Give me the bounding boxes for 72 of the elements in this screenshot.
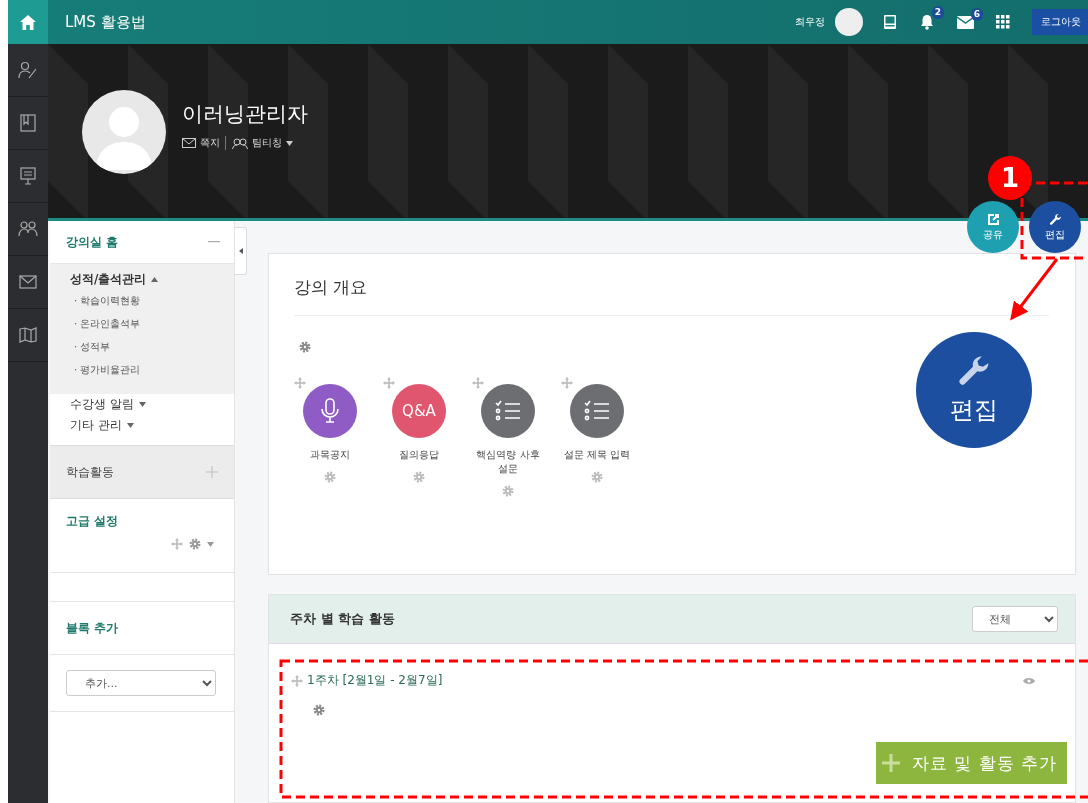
move-icon[interactable] [383,377,395,389]
profile-name: 이러닝관리자 [182,101,308,128]
section-title: 주차 별 학습 활동 [290,610,395,628]
home-icon [20,14,36,30]
gear-icon[interactable] [324,471,336,483]
home-button[interactable] [8,0,48,44]
site-title: LMS 활용법 [65,12,147,32]
menu-item[interactable]: 수강생 알림 [70,396,134,413]
gear-icon[interactable] [299,341,311,353]
menu-item[interactable]: 기타 관리 [70,417,122,434]
person-edit-icon[interactable] [18,61,38,79]
caret-left-icon [238,248,243,254]
envelope-icon[interactable] [957,15,974,29]
presentation-icon[interactable] [20,167,36,185]
move-icon[interactable] [561,377,573,389]
grid-icon[interactable] [996,15,1010,29]
filter-select[interactable]: 전체 [972,606,1058,632]
move-icon[interactable] [291,674,303,687]
caret-down-icon[interactable] [138,402,146,407]
caret-down-icon[interactable] [126,423,134,428]
activity-link[interactable]: 핵심역량 사후 설문 [472,448,544,476]
envelope-icon[interactable] [19,275,37,289]
share-icon [986,212,1000,226]
move-icon[interactable] [472,377,484,389]
caret-up-icon[interactable] [151,277,159,282]
submenu-item[interactable]: · 평가비율관리 [74,363,234,377]
bell-icon[interactable] [919,14,935,30]
user-name[interactable]: 최우정 [795,15,825,29]
group-icon[interactable] [18,220,38,238]
block-title: 블록 추가 [66,619,119,637]
message-link[interactable]: 쪽지 [200,136,226,150]
book-icon[interactable] [20,114,36,132]
wrench-icon [1048,212,1062,226]
activity-link[interactable]: 설문 제목 입력 [563,448,631,462]
submenu-item[interactable]: · 온라인출석부 [74,317,234,331]
monitor-icon[interactable] [883,15,897,29]
gear-icon[interactable] [189,538,201,550]
qna-icon[interactable]: Q&A [392,384,446,438]
gear-icon[interactable] [502,485,514,497]
logout-button[interactable]: 로그아웃 [1032,9,1088,35]
map-icon[interactable] [19,327,37,343]
block-title[interactable]: 고급 설정 [66,514,119,528]
message-count: 6 [970,7,983,21]
envelope-icon [182,138,196,148]
activity-link[interactable]: 질의응답 [399,448,439,462]
block-title[interactable]: 학습활동 [66,463,114,481]
week-title[interactable]: 1주차 [2월1일 - 2월7일] [307,672,443,689]
gear-icon[interactable] [413,471,425,483]
section-title: 강의 개요 [294,276,1049,316]
group-icon [232,137,248,149]
eye-icon[interactable] [1023,676,1035,685]
collapse-handle[interactable] [235,227,247,275]
menu-item[interactable]: 성적/출석관리 [70,271,147,288]
block-title[interactable]: 강의실 홈 [66,233,119,251]
checklist-icon[interactable] [481,384,535,438]
move-icon[interactable] [294,377,306,389]
checklist-icon[interactable] [570,384,624,438]
callout-arrow [1010,258,1059,321]
gear-icon[interactable] [313,704,325,716]
callout-label: 편집 [950,395,998,426]
submenu-item[interactable]: · 성적부 [74,340,234,354]
team-teaching-link[interactable]: 팀티칭 [252,136,282,150]
submenu-item[interactable]: · 학습이력현황 [74,294,234,308]
caret-down-icon[interactable] [286,140,293,146]
notification-count: 2 [931,6,944,19]
microphone-icon[interactable] [303,384,357,438]
wrench-icon [957,354,991,388]
add-block-select[interactable]: 추가... [66,670,216,696]
avatar-icon[interactable] [835,8,863,36]
gear-icon[interactable] [591,471,603,483]
activity-link[interactable]: 과목공지 [310,448,350,462]
move-icon[interactable] [171,538,183,550]
